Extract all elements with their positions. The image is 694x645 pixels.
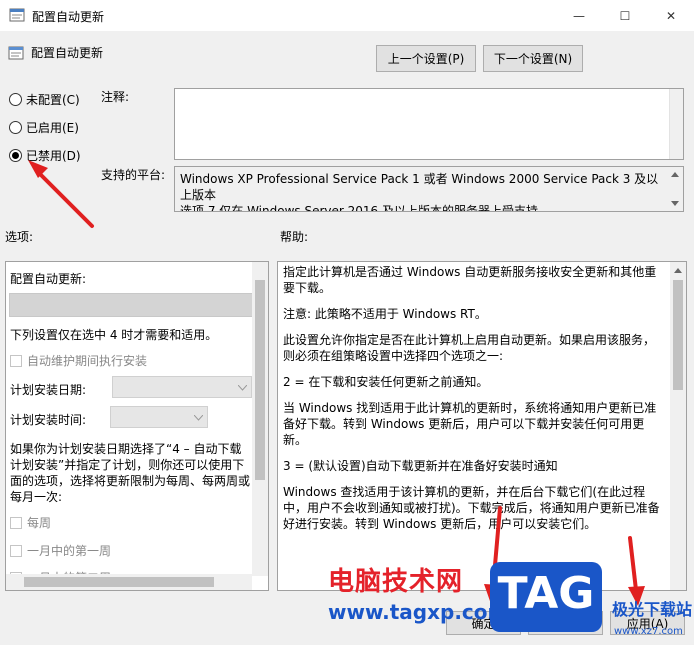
watermark-tag-logo: TAG <box>488 556 604 636</box>
watermark-url: www.tagxp.com <box>328 600 509 624</box>
watermark-cn-text: 电脑技术网 <box>328 567 464 597</box>
watermark-site-text: www.xz7.com <box>614 626 683 637</box>
watermark-tag-text: TAG <box>497 568 595 619</box>
arrow-to-disabled-icon <box>28 160 94 228</box>
watermark-download-text: 极光下载站 <box>612 600 693 619</box>
annotation-arrows <box>28 160 645 606</box>
